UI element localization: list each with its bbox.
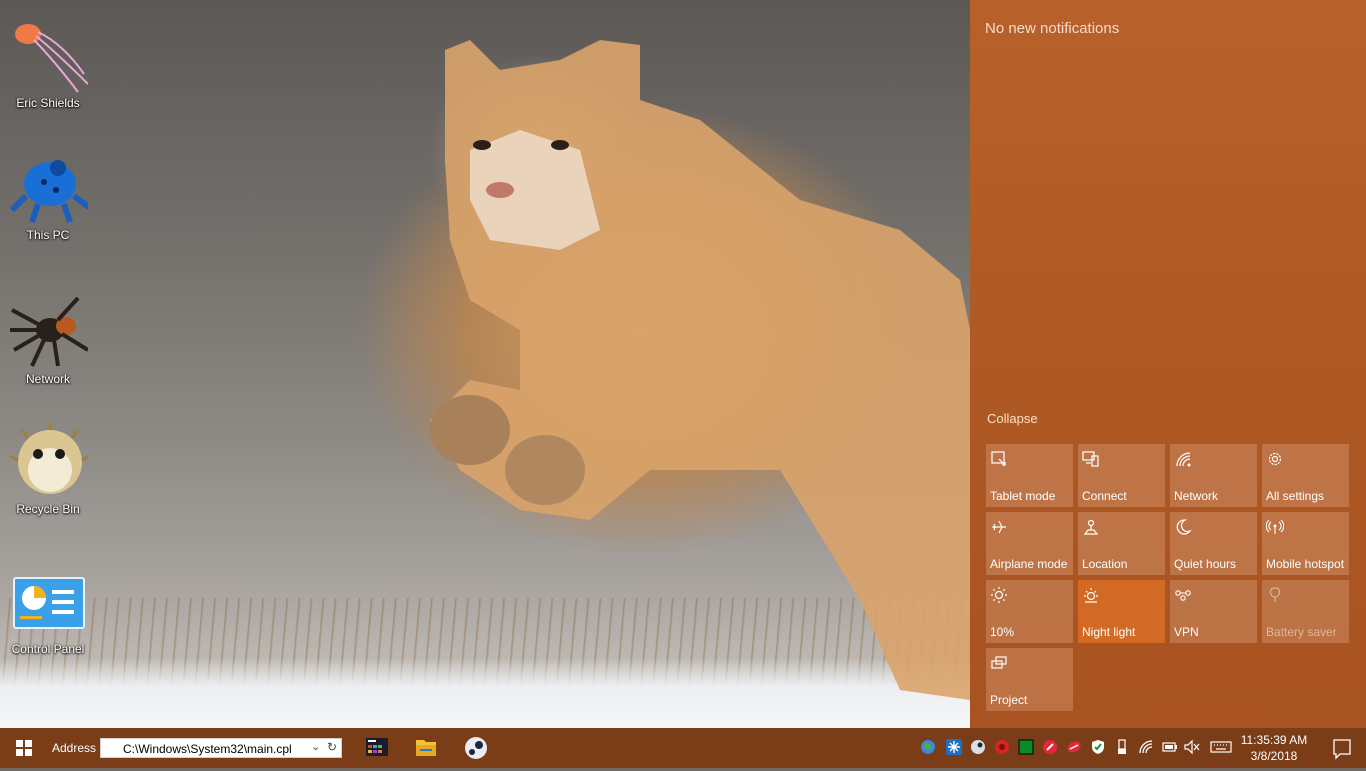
desktop-icon-network[interactable]: Network (4, 290, 92, 386)
desktop-wallpaper (0, 0, 970, 728)
battery-icon[interactable] (1162, 739, 1178, 755)
tile-label: VPN (1174, 625, 1199, 639)
red-circle-icon[interactable] (994, 739, 1010, 755)
tile-brightness[interactable]: 10% (986, 580, 1073, 643)
windows-logo-icon (16, 740, 32, 756)
address-toolbar: ⌄ ↻ (100, 738, 342, 758)
green-square-icon[interactable] (1018, 739, 1034, 755)
gear-icon (1268, 452, 1282, 466)
battery-saver-icon (1269, 587, 1281, 602)
taskbar-app-start[interactable] (352, 728, 400, 768)
tile-label: Airplane mode (990, 557, 1068, 571)
notifications-status: No new notifications (985, 20, 1120, 37)
desktop-icon-label: Recycle Bin (16, 502, 80, 516)
tile-connect[interactable]: Connect (1078, 444, 1165, 507)
night-light-icon (1084, 588, 1098, 603)
keyboard-icon[interactable] (1210, 739, 1232, 755)
control-panel-icon (8, 574, 88, 640)
tablet-mode-icon (991, 451, 1006, 466)
usb-icon[interactable] (1114, 739, 1130, 755)
desktop-icon-eric-shields[interactable]: Eric Shields (4, 14, 92, 110)
tile-vpn[interactable]: VPN (1170, 580, 1257, 643)
tile-label: Quiet hours (1174, 557, 1237, 571)
taskbar-app-steam[interactable] (452, 728, 500, 768)
address-dropdown-icon[interactable]: ⌄ (311, 740, 320, 753)
network-icon (1176, 452, 1191, 467)
hotspot-icon (1266, 519, 1284, 534)
desktop-icon-recycle-bin[interactable]: Recycle Bin (4, 420, 92, 516)
address-toolbar-label: Address (52, 741, 97, 755)
start-button[interactable] (0, 728, 48, 768)
tile-tablet-mode[interactable]: Tablet mode (986, 444, 1073, 507)
connect-icon (1082, 451, 1099, 467)
shield-icon[interactable] (1090, 739, 1106, 755)
tile-label: Night light (1082, 625, 1136, 639)
tile-mobile-hotspot[interactable]: Mobile hotspot (1262, 512, 1349, 575)
snowflake-icon[interactable] (946, 739, 962, 755)
mute-icon[interactable] (1184, 739, 1200, 755)
tile-label: Battery saver (1266, 625, 1337, 639)
red-app-icon[interactable] (1042, 739, 1058, 755)
tile-project[interactable]: Project (986, 648, 1073, 711)
tile-label: Location (1082, 557, 1128, 571)
tile-battery-saver[interactable]: Battery saver (1262, 580, 1349, 643)
tile-label: Project (990, 693, 1028, 707)
desktop-icon-this-pc[interactable]: This PC (4, 146, 92, 242)
desktop-icon-label: This PC (26, 228, 70, 242)
tile-label: Tablet mode (990, 489, 1056, 503)
tile-network[interactable]: Network (1170, 444, 1257, 507)
desktop-icon-label: Eric Shields (16, 96, 80, 110)
tile-label: Network (1174, 489, 1219, 503)
cougar-illustration (430, 40, 970, 700)
spider-icon (8, 290, 90, 370)
location-icon (1083, 519, 1099, 535)
tile-night-light[interactable]: Night light (1078, 580, 1165, 643)
pufferfish-icon (8, 420, 91, 500)
action-center-button[interactable] (1318, 728, 1366, 768)
tile-airplane-mode[interactable]: Airplane mode (986, 512, 1073, 575)
steam-icon (465, 737, 487, 759)
project-icon (991, 656, 1007, 669)
wifi-icon[interactable] (1138, 739, 1154, 755)
steam-tray-icon[interactable] (970, 739, 986, 755)
notification-icon (1333, 739, 1351, 760)
airplane-icon (992, 520, 1006, 534)
globe-icon[interactable] (920, 739, 936, 755)
start-menu-app-icon (366, 738, 388, 756)
system-clock[interactable]: 11:35:39 AM 3/8/2018 (1236, 732, 1312, 764)
tile-quiet-hours[interactable]: Quiet hours (1170, 512, 1257, 575)
desktop-icon-control-panel[interactable]: Control Panel (4, 574, 92, 656)
action-center-panel: No new notifications Collapse Tablet mod… (970, 0, 1366, 728)
tile-all-settings[interactable]: All settings (1262, 444, 1349, 507)
refresh-icon[interactable]: ↻ (327, 740, 337, 754)
tile-label: 10% (990, 625, 1015, 639)
taskbar-app-file-explorer[interactable] (402, 728, 450, 768)
vpn-icon (1175, 590, 1191, 601)
frog-icon (8, 146, 92, 226)
tile-label: Mobile hotspot (1266, 557, 1345, 571)
folder-icon (416, 740, 436, 756)
tile-label: Connect (1082, 489, 1127, 503)
taskbar: Address ⌄ ↻ 11:35:39 AM 3/8/2018 (0, 728, 1366, 768)
tile-location[interactable]: Location (1078, 512, 1165, 575)
desktop-icon-label: Control Panel (11, 642, 85, 656)
jellyfish-icon (8, 14, 89, 94)
moon-icon (1176, 519, 1192, 535)
red-app-2-icon[interactable] (1066, 739, 1082, 755)
address-input[interactable] (123, 741, 303, 756)
tile-label: All settings (1266, 489, 1325, 503)
clock-time: 11:35:39 AM (1240, 733, 1308, 747)
desktop-icon-label: Network (25, 372, 70, 386)
collapse-link[interactable]: Collapse (987, 411, 1038, 426)
clock-date: 3/8/2018 (1250, 749, 1298, 763)
brightness-icon (991, 587, 1007, 603)
